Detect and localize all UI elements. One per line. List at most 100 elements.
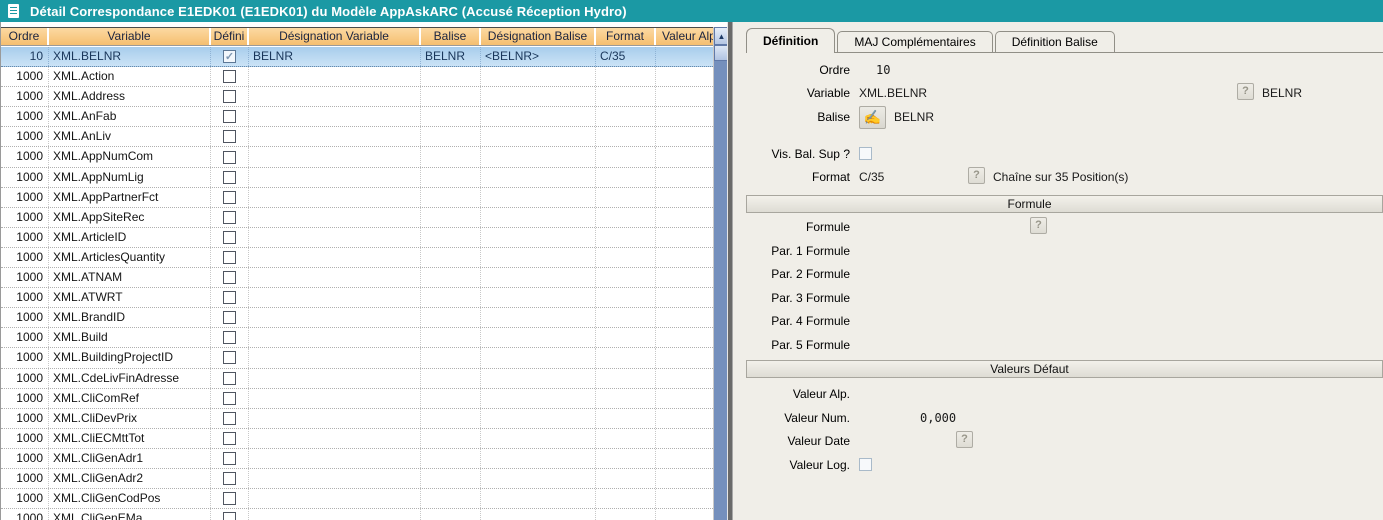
defini-checkbox[interactable] [223,50,236,63]
defini-checkbox[interactable] [223,512,236,520]
table-cell [656,449,713,468]
table-row[interactable]: 1000XML.CliECMttTot [1,429,713,449]
column-header-balise[interactable]: Balise [421,28,481,45]
balise-tag-button[interactable]: ✍ [859,106,886,129]
defini-checkbox[interactable] [223,211,236,224]
valeur-log-checkbox[interactable] [859,458,872,471]
table-scrollbar[interactable]: ▲ [713,27,728,520]
valeur-num-value[interactable]: 0,000 [920,410,956,426]
defini-checkbox[interactable] [223,412,236,425]
table-row[interactable]: 1000XML.CdeLivFinAdresse [1,369,713,389]
table-row[interactable]: 1000XML.Address [1,87,713,107]
defini-checkbox[interactable] [223,110,236,123]
valeur-date-row: Valeur Date ? [735,433,1383,451]
table-cell [656,469,713,488]
column-header-variable[interactable]: Variable [49,28,211,45]
par3-formule-label: Par. 3 Formule [735,290,850,306]
defini-cell [211,509,249,520]
table-cell: XML.Build [49,328,211,347]
table-cell [656,168,713,187]
defini-checkbox[interactable] [223,472,236,485]
defini-checkbox[interactable] [223,351,236,364]
defini-checkbox[interactable] [223,191,236,204]
table-row[interactable]: 1000XML.CliComRef [1,389,713,409]
column-header-designation-balise[interactable]: Désignation Balise [481,28,596,45]
defini-checkbox[interactable] [223,171,236,184]
defini-checkbox[interactable] [223,331,236,344]
table-row[interactable]: 1000XML.AppNumCom [1,147,713,167]
table-cell [481,389,596,408]
table-cell [421,208,481,227]
table-row[interactable]: 1000XML.AnLiv [1,127,713,147]
table-cell [596,469,656,488]
format-help-button[interactable]: ? [968,167,985,184]
table-row[interactable]: 1000XML.CliDevPrix [1,409,713,429]
table-row[interactable]: 1000XML.ArticleID [1,228,713,248]
defini-checkbox[interactable] [223,251,236,264]
defini-checkbox[interactable] [223,311,236,324]
table-row[interactable]: 1000XML.ATWRT [1,288,713,308]
defini-checkbox[interactable] [223,372,236,385]
defini-checkbox[interactable] [223,271,236,284]
table-row[interactable]: 1000XML.CliGenAdr1 [1,449,713,469]
table-cell [656,228,713,247]
table-row[interactable]: 1000XML.AnFab [1,107,713,127]
tab-definition-balise[interactable]: Définition Balise [995,31,1115,53]
defini-checkbox[interactable] [223,291,236,304]
balise-row: Balise ✍ BELNR [735,109,1383,127]
table-row[interactable]: 1000XML.AppNumLig [1,168,713,188]
table-cell [656,409,713,428]
defini-checkbox[interactable] [223,452,236,465]
table-cell [596,409,656,428]
table-row[interactable]: 1000XML.CliGenAdr2 [1,469,713,489]
defini-checkbox[interactable] [223,231,236,244]
vis-bal-sup-row: Vis. Bal. Sup ? [735,146,1383,164]
vis-bal-sup-checkbox[interactable] [859,147,872,160]
variable-value[interactable]: XML.BELNR [859,85,927,101]
table-row[interactable]: 1000XML.CliGenEMa [1,509,713,520]
column-header-valeur[interactable]: Valeur Alp. [656,28,713,45]
table-row[interactable]: 1000XML.BrandID [1,308,713,328]
table-row[interactable]: 10XML.BELNRBELNRBELNR<BELNR>C/35 [1,47,713,67]
defini-checkbox[interactable] [223,70,236,83]
defini-checkbox[interactable] [223,492,236,505]
variable-help-button[interactable]: ? [1237,83,1254,100]
table-cell [656,328,713,347]
valeur-date-help-button[interactable]: ? [956,431,973,448]
table-row[interactable]: 1000XML.BuildingProjectID [1,348,713,368]
table-cell: XML.AnFab [49,107,211,126]
table-cell: 1000 [1,168,49,187]
pane-divider[interactable] [727,22,735,520]
defini-checkbox[interactable] [223,151,236,164]
table-cell [656,308,713,327]
column-header-designation-variable[interactable]: Désignation Variable [249,28,421,45]
detail-panel: Définition MAJ Complémentaires Définitio… [735,22,1383,520]
defini-cell [211,489,249,508]
tab-definition[interactable]: Définition [746,28,835,53]
tab-maj-complementaires[interactable]: MAJ Complémentaires [837,31,992,53]
table-row[interactable]: 1000XML.AppPartnerFct [1,188,713,208]
defini-cell [211,87,249,106]
defini-checkbox[interactable] [223,432,236,445]
table-row[interactable]: 1000XML.Build [1,328,713,348]
table-cell [656,429,713,448]
table-cell [656,509,713,520]
column-header-ordre[interactable]: Ordre [1,28,49,45]
variable-row: Variable XML.BELNR ? BELNR [735,85,1383,103]
format-value[interactable]: C/35 [859,169,884,185]
formule-help-button[interactable]: ? [1030,217,1047,234]
defini-checkbox[interactable] [223,392,236,405]
table-row[interactable]: 1000XML.ArticlesQuantity [1,248,713,268]
table-cell [249,248,421,267]
table-cell: 1000 [1,449,49,468]
table-row[interactable]: 1000XML.Action [1,67,713,87]
table-cell [249,188,421,207]
table-cell: XML.BuildingProjectID [49,348,211,367]
defini-checkbox[interactable] [223,130,236,143]
column-header-defini[interactable]: Défini [211,28,249,45]
table-row[interactable]: 1000XML.ATNAM [1,268,713,288]
column-header-format[interactable]: Format [596,28,656,45]
defini-checkbox[interactable] [223,90,236,103]
table-row[interactable]: 1000XML.CliGenCodPos [1,489,713,509]
table-row[interactable]: 1000XML.AppSiteRec [1,208,713,228]
